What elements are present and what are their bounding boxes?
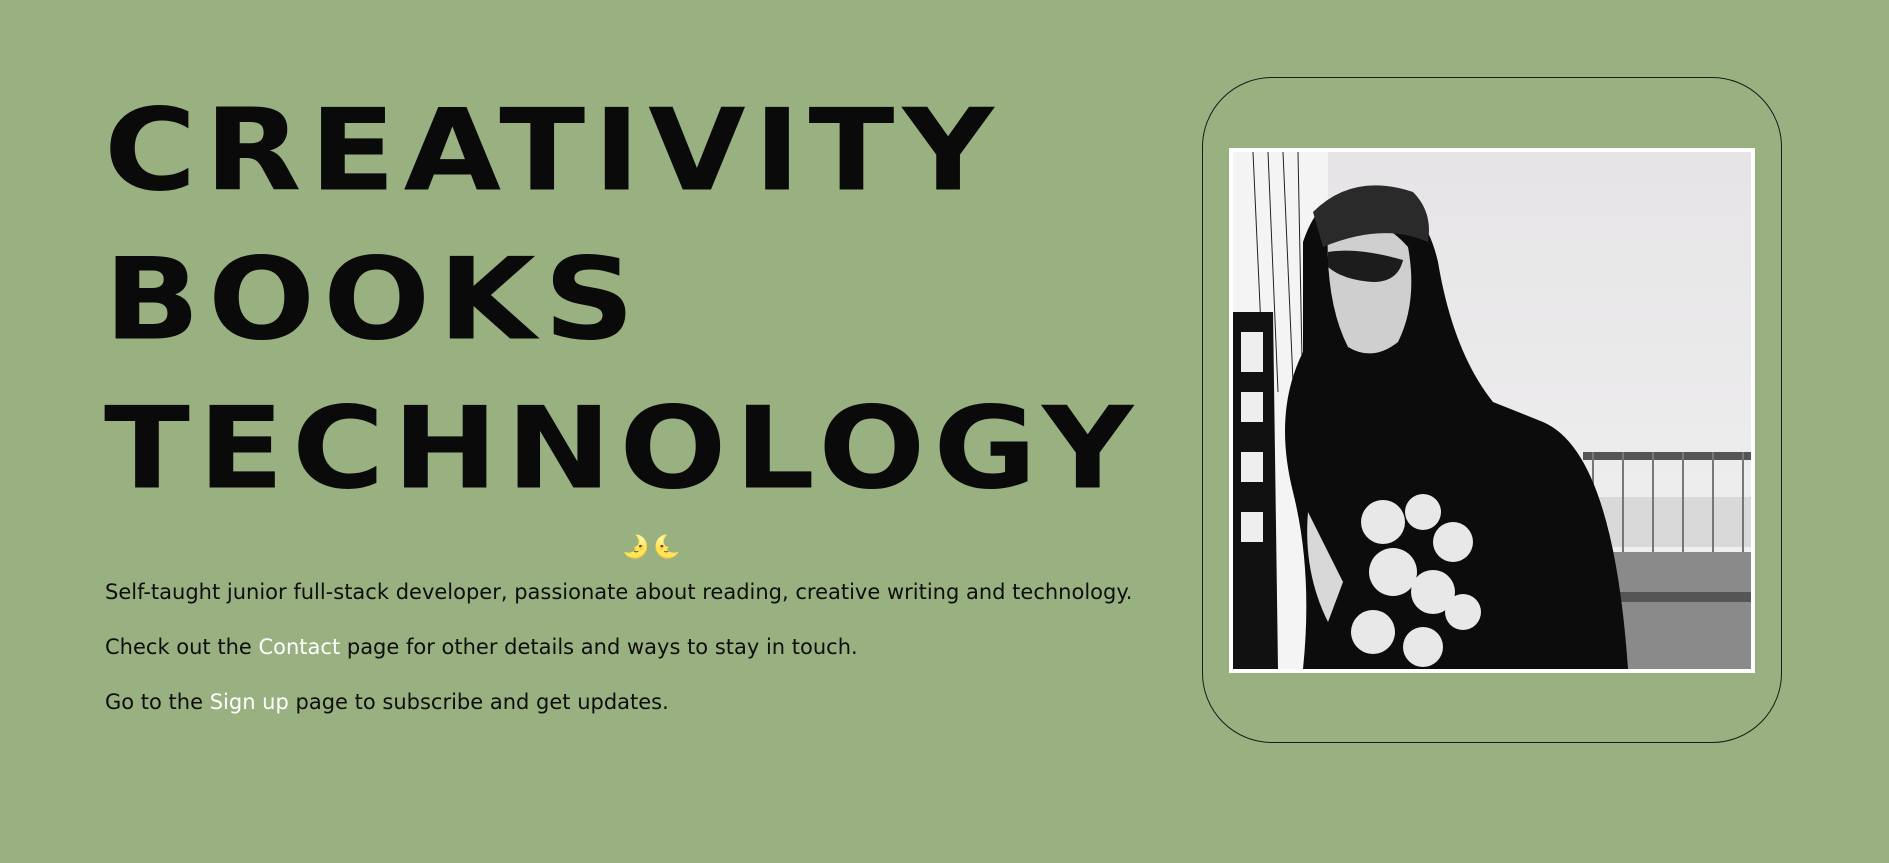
intro-signup-before: Go to the [105, 690, 210, 714]
intro-signup-line: Go to the Sign up page to subscribe and … [105, 690, 1185, 715]
intro-bio: Self-taught junior full-stack developer,… [105, 580, 1133, 604]
intro-signup-after: page to subscribe and get updates. [288, 690, 669, 714]
contact-link[interactable]: Contact [258, 635, 340, 659]
portrait-photo [1229, 148, 1755, 673]
hero-title: CREATIVITY BOOKS TECHNOLOGY [104, 76, 1141, 523]
intro-text: Self-taught junior full-stack developer,… [105, 580, 1185, 745]
portrait-illustration [1233, 152, 1751, 669]
hero-line-technology: TECHNOLOGY [104, 382, 1142, 515]
intro-contact-line: Check out the Contact page for other det… [105, 635, 1185, 660]
intro-contact-after: page for other details and ways to stay … [340, 635, 858, 659]
signup-link[interactable]: Sign up [210, 690, 289, 714]
hero-line-creativity: CREATIVITY [104, 84, 1002, 217]
intro-contact-before: Check out the [105, 635, 259, 659]
moons-icon: 🌛🌜 [622, 535, 685, 560]
hero-line-books: BOOKS [104, 233, 643, 366]
